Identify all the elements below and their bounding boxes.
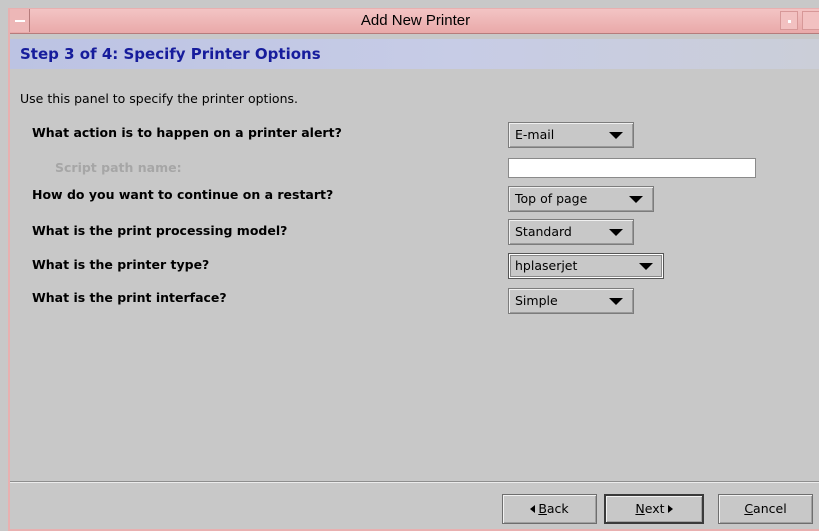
- panel-description: Use this panel to specify the printer op…: [20, 91, 298, 106]
- script-path-label: Script path name:: [55, 160, 182, 175]
- print-interface-select[interactable]: Simple: [508, 288, 634, 314]
- cancel-label: ancel: [753, 501, 787, 516]
- cancel-button[interactable]: Cancel: [718, 494, 813, 524]
- restart-select[interactable]: Top of page: [508, 186, 654, 212]
- maximize-icon[interactable]: [802, 11, 819, 30]
- step-title: Step 3 of 4: Specify Printer Options: [20, 45, 321, 63]
- alert-action-select[interactable]: E-mail: [508, 122, 634, 148]
- step-header: Step 3 of 4: Specify Printer Options: [10, 39, 819, 69]
- next-mnemonic: N: [635, 501, 645, 516]
- chevron-down-icon: [609, 298, 623, 305]
- processing-model-value: Standard: [515, 224, 572, 239]
- title-bar[interactable]: Add New Printer: [10, 9, 819, 34]
- alert-question: What action is to happen on a printer al…: [32, 125, 342, 140]
- chevron-down-icon: [609, 229, 623, 236]
- back-mnemonic: B: [538, 501, 547, 516]
- window-title: Add New Printer: [360, 12, 471, 29]
- printer-type-select[interactable]: hplaserjet: [508, 253, 664, 279]
- print-interface-value: Simple: [515, 293, 558, 308]
- processing-question: What is the print processing model?: [32, 223, 288, 238]
- back-label: ack: [546, 501, 569, 516]
- next-arrow-icon: [667, 505, 673, 513]
- processing-model-select[interactable]: Standard: [508, 219, 634, 245]
- restart-value: Top of page: [515, 191, 588, 206]
- back-arrow-icon: [530, 505, 536, 513]
- script-path-input[interactable]: [508, 158, 756, 178]
- footer-divider-highlight: [10, 482, 819, 483]
- chevron-down-icon: [629, 196, 643, 203]
- next-label: ext: [644, 501, 665, 516]
- printer-type-value: hplaserjet: [515, 258, 578, 273]
- interface-question: What is the print interface?: [32, 290, 227, 305]
- restart-question: How do you want to continue on a restart…: [32, 187, 334, 202]
- next-button[interactable]: Next: [604, 494, 704, 524]
- cancel-mnemonic: C: [744, 501, 754, 516]
- minimize-icon[interactable]: [780, 11, 798, 30]
- back-button[interactable]: Back: [502, 494, 597, 524]
- add-printer-window: Add New Printer Step 3 of 4: Specify Pri…: [8, 8, 819, 531]
- chevron-down-icon: [609, 132, 623, 139]
- alert-action-value: E-mail: [515, 127, 555, 142]
- printer-type-question: What is the printer type?: [32, 257, 210, 272]
- chevron-down-icon: [639, 263, 653, 270]
